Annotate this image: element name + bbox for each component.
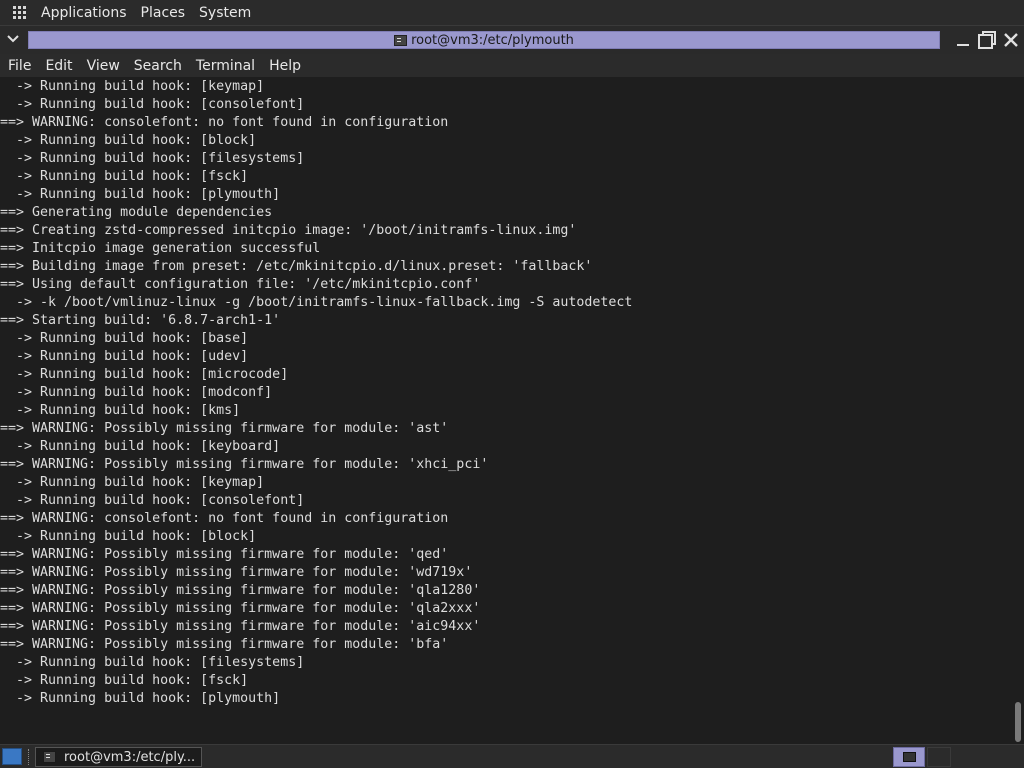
maximize-icon	[978, 31, 996, 49]
terminal-line: -> Running build hook: [block]	[0, 529, 257, 544]
terminal-line: ==> WARNING: Possibly missing firmware f…	[0, 601, 481, 616]
terminal-menubar: File Edit View Search Terminal Help	[0, 54, 1024, 77]
terminal-line: -> Running build hook: [fsck]	[0, 169, 249, 184]
terminal-icon	[43, 751, 56, 763]
window-controls	[950, 29, 1022, 51]
window-titlebar[interactable]: root@vm3:/etc/plymouth	[0, 25, 1024, 54]
workspace-switcher-empty[interactable]	[927, 747, 951, 767]
terminal-output[interactable]: -> Running build hook: [keymap] -> Runni…	[0, 77, 1024, 744]
terminal-lines: -> Running build hook: [keymap] -> Runni…	[0, 78, 1008, 708]
terminal-line: -> Running build hook: [keymap]	[0, 475, 265, 490]
terminal-line: ==> WARNING: consolefont: no font found …	[0, 115, 449, 130]
terminal-line: -> Running build hook: [consolefont]	[0, 97, 305, 112]
terminal-line: ==> Creating zstd-compressed initcpio im…	[0, 223, 577, 238]
panel-menu-applications[interactable]: Applications	[34, 5, 134, 21]
terminal-line: -> Running build hook: [filesystems]	[0, 151, 305, 166]
terminal-line: -> -k /boot/vmlinuz-linux -g /boot/initr…	[0, 295, 633, 310]
terminal-line: ==> WARNING: Possibly missing firmware f…	[0, 565, 473, 580]
maximize-button[interactable]	[976, 29, 998, 51]
window-menu-chevron-icon[interactable]	[4, 30, 22, 48]
terminal-line: ==> WARNING: Possibly missing firmware f…	[0, 583, 481, 598]
terminal-line: ==> WARNING: Possibly missing firmware f…	[0, 637, 449, 652]
terminal-line: ==> Generating module dependencies	[0, 205, 273, 220]
terminal-line: -> Running build hook: [keymap]	[0, 79, 265, 94]
panel-menu-system[interactable]: System	[192, 5, 258, 21]
minimize-icon	[957, 44, 969, 46]
terminal-line: ==> WARNING: consolefont: no font found …	[0, 511, 449, 526]
terminal-line: -> Running build hook: [plymouth]	[0, 691, 281, 706]
terminal-line: ==> WARNING: Possibly missing firmware f…	[0, 421, 449, 436]
terminal-line: ==> WARNING: Possibly missing firmware f…	[0, 547, 449, 562]
bottom-taskbar: root@vm3:/etc/ply...	[0, 744, 1024, 768]
menu-help[interactable]: Help	[262, 58, 308, 74]
terminal-line: -> Running build hook: [kms]	[0, 403, 241, 418]
terminal-line: ==> WARNING: Possibly missing firmware f…	[0, 457, 489, 472]
workspace-switcher-active[interactable]	[893, 747, 925, 767]
window-title-area[interactable]: root@vm3:/etc/plymouth	[28, 31, 940, 49]
terminal-line: -> Running build hook: [base]	[0, 331, 249, 346]
terminal-line: -> Running build hook: [fsck]	[0, 673, 249, 688]
terminal-line: -> Running build hook: [microcode]	[0, 367, 289, 382]
menu-file[interactable]: File	[0, 58, 38, 74]
terminal-line: ==> Using default configuration file: '/…	[0, 277, 481, 292]
menu-edit[interactable]: Edit	[38, 58, 79, 74]
taskbar-separator	[28, 749, 32, 765]
scrollbar-thumb[interactable]	[1015, 702, 1021, 742]
terminal-line: -> Running build hook: [consolefont]	[0, 493, 305, 508]
taskbar-window-item[interactable]: root@vm3:/etc/ply...	[35, 747, 202, 767]
terminal-line: ==> Building image from preset: /etc/mki…	[0, 259, 593, 274]
terminal-scrollbar[interactable]	[1013, 77, 1021, 744]
workspace-window-icon	[902, 752, 916, 762]
terminal-line: ==> Starting build: '6.8.7-arch1-1'	[0, 313, 281, 328]
minimize-button[interactable]	[952, 29, 974, 51]
taskbar-window-label: root@vm3:/etc/ply...	[64, 749, 196, 765]
terminal-line: -> Running build hook: [plymouth]	[0, 187, 281, 202]
terminal-line: -> Running build hook: [filesystems]	[0, 655, 305, 670]
terminal-line: -> Running build hook: [udev]	[0, 349, 249, 364]
applications-grid-icon[interactable]	[13, 5, 27, 20]
menu-view[interactable]: View	[80, 58, 127, 74]
terminal-line: ==> WARNING: Possibly missing firmware f…	[0, 619, 481, 634]
menu-terminal[interactable]: Terminal	[189, 58, 262, 74]
menu-search[interactable]: Search	[127, 58, 189, 74]
show-desktop-button[interactable]	[2, 748, 22, 765]
window-title: root@vm3:/etc/plymouth	[411, 32, 574, 48]
panel-menu-places[interactable]: Places	[134, 5, 193, 21]
terminal-icon	[394, 34, 408, 46]
terminal-line: -> Running build hook: [modconf]	[0, 385, 273, 400]
terminal-line: -> Running build hook: [block]	[0, 133, 257, 148]
terminal-line: ==> Initcpio image generation successful	[0, 241, 321, 256]
close-icon	[1004, 33, 1018, 47]
top-panel: Applications Places System	[0, 0, 1024, 25]
close-button[interactable]	[1000, 29, 1022, 51]
terminal-line: -> Running build hook: [keyboard]	[0, 439, 281, 454]
